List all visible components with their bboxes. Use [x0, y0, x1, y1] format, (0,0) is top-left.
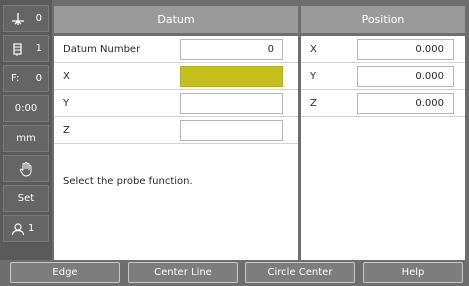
datum-y-label: Y [63, 97, 70, 109]
position-z-row: Z 0.000 [301, 90, 465, 117]
units-value: mm [16, 133, 36, 144]
position-panel: X 0.000 Y 0.000 Z 0.000 [301, 36, 465, 260]
datum-status-value: 0 [35, 13, 42, 24]
datum-number-label: Datum Number [63, 43, 141, 55]
position-x-field[interactable]: 0.000 [357, 39, 454, 60]
tool-icon [11, 42, 25, 56]
position-z-field[interactable]: 0.000 [357, 93, 454, 114]
center-line-softkey[interactable]: Center Line [128, 262, 238, 283]
datum-x-label: X [63, 70, 70, 82]
user-status[interactable]: 1 [3, 215, 49, 242]
user-icon [11, 222, 25, 236]
datum-x-field[interactable] [180, 66, 283, 87]
timer-status[interactable]: 0:00 [3, 95, 49, 122]
tool-status[interactable]: 1 [3, 35, 49, 62]
position-y-field[interactable]: 0.000 [357, 66, 454, 87]
circle-center-softkey[interactable]: Circle Center [245, 262, 355, 283]
position-x-label: X [310, 43, 317, 55]
hand-icon [19, 161, 33, 177]
set-label: Set [17, 193, 35, 204]
datum-z-row: Z [54, 117, 298, 144]
datum-z-label: Z [63, 124, 70, 136]
status-bar: 0 1 F: 0 0:00 mm Set 1 [0, 0, 52, 260]
feed-label: F: [11, 73, 20, 84]
datum-y-row: Y [54, 90, 298, 117]
hand-status[interactable] [3, 155, 49, 182]
instruction-message: Select the probe function. [63, 176, 193, 187]
position-x-row: X 0.000 [301, 36, 465, 63]
datum-x-row: X [54, 63, 298, 90]
user-status-value: 1 [28, 223, 35, 234]
timer-value: 0:00 [14, 103, 38, 114]
datum-number-row: Datum Number 0 [54, 36, 298, 63]
datum-z-field[interactable] [180, 120, 283, 141]
feed-status[interactable]: F: 0 [3, 65, 49, 92]
datum-header: Datum [54, 6, 298, 33]
datum-number-field[interactable]: 0 [180, 39, 283, 60]
position-header: Position [301, 6, 465, 33]
datum-y-field[interactable] [180, 93, 283, 114]
feed-status-value: 0 [35, 73, 42, 84]
softkey-bar: Edge Center Line Circle Center Help [0, 260, 469, 286]
position-y-label: Y [310, 70, 317, 82]
tool-status-value: 1 [35, 43, 42, 54]
help-softkey[interactable]: Help [363, 262, 463, 283]
datum-status[interactable]: 0 [3, 5, 49, 32]
units-status[interactable]: mm [3, 125, 49, 152]
edge-softkey[interactable]: Edge [10, 262, 120, 283]
position-y-row: Y 0.000 [301, 63, 465, 90]
position-z-label: Z [310, 97, 317, 109]
datum-icon [11, 12, 25, 26]
set-button[interactable]: Set [3, 185, 49, 212]
datum-panel: Datum Number 0 X Y Z Select the probe fu… [54, 36, 298, 260]
